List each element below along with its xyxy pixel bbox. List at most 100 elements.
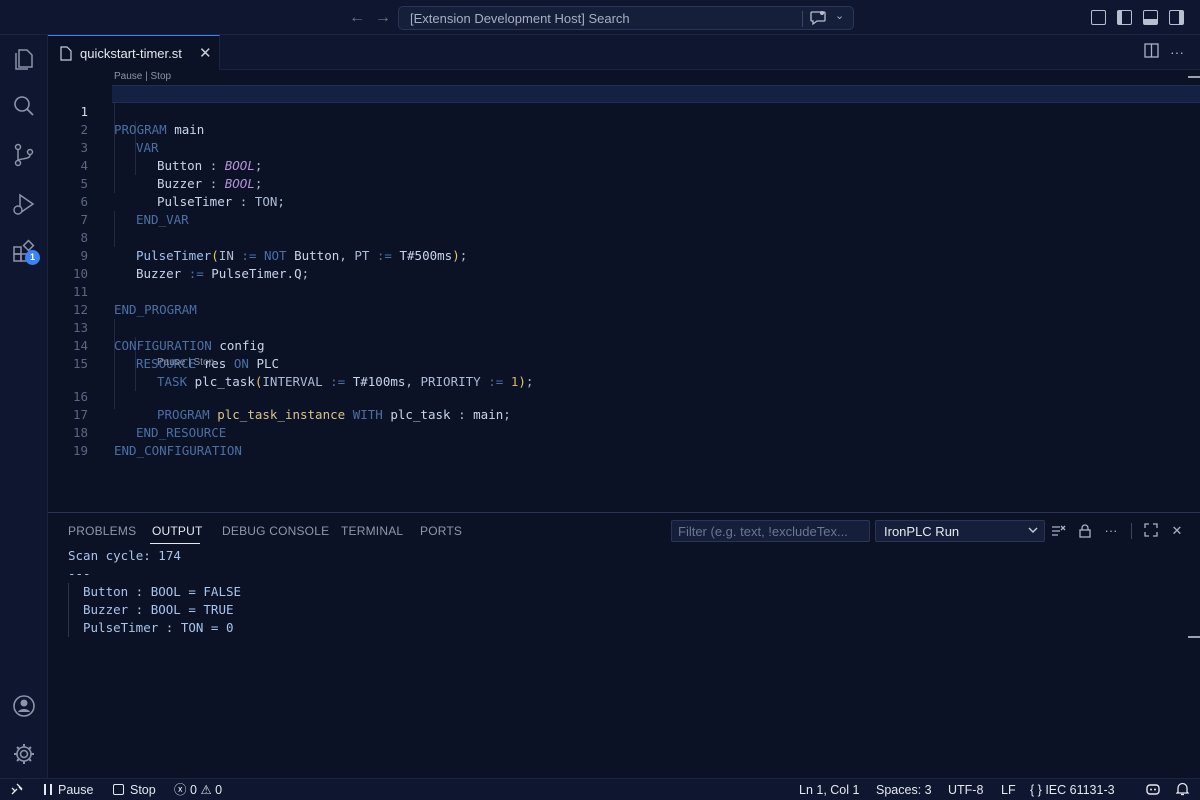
search-icon[interactable]	[10, 92, 38, 120]
output-line: PulseTimer : TON = 0	[68, 619, 241, 637]
code-line: 5 PulseTimer : TON;	[48, 157, 285, 209]
indent-guide	[114, 211, 115, 247]
more-actions-icon[interactable]: ···	[1170, 44, 1184, 60]
separator	[1131, 523, 1132, 539]
code-line: 15 TASK plc_task(INTERVAL := T#100ms, PR…	[48, 337, 533, 389]
code-line: 8 PulseTimer(IN := NOT Button, PT := T#5…	[48, 211, 467, 263]
braces-icon: { }	[1030, 783, 1042, 797]
indentation[interactable]: Spaces: 3	[876, 782, 932, 798]
language-label: IEC 61131-3	[1045, 783, 1115, 797]
editor-tab-bar: quickstart-timer.st ✕ ···	[48, 35, 1200, 70]
account-icon[interactable]	[10, 692, 38, 720]
output-line: Scan cycle: 174	[68, 548, 181, 563]
toggle-secondary-sidebar-icon[interactable]	[1169, 10, 1184, 25]
encoding[interactable]: UTF-8	[948, 782, 983, 798]
chat-icon[interactable]	[809, 10, 827, 26]
code-line: 12	[48, 283, 88, 317]
scrollbar-indicator[interactable]	[1188, 76, 1200, 78]
language-mode[interactable]: { } IEC 61131-3	[1030, 782, 1115, 798]
status-bar: Pause Stop ⓧ 0 ⚠ 0 Ln 1, Col 1 Spaces: 3…	[0, 778, 1200, 800]
codelens-pause-stop-2[interactable]: Pause | Stop	[157, 356, 214, 370]
code-line: 1 PROGRAM main	[48, 85, 204, 137]
error-icon: ⓧ	[174, 783, 187, 797]
tab-problems[interactable]: PROBLEMS	[68, 524, 136, 538]
tab-filename: quickstart-timer.st	[80, 46, 182, 61]
warning-count: 0	[215, 783, 223, 797]
output-content: Scan cycle: 174 --- Button : BOOL = FALS…	[68, 547, 241, 637]
stop-label: Stop	[130, 783, 156, 797]
maximize-panel-icon[interactable]	[1143, 523, 1159, 539]
tab-ports[interactable]: PORTS	[420, 524, 462, 538]
code-editor[interactable]: Pause | Stop 1 PROGRAM main 2 VAR 3 Butt…	[48, 70, 1200, 512]
scrollbar-indicator[interactable]	[1188, 636, 1200, 638]
copilot-icon[interactable]	[1145, 782, 1161, 798]
active-tab-indicator	[150, 543, 200, 544]
source-control-icon[interactable]	[10, 141, 38, 169]
warning-icon: ⚠	[200, 783, 212, 797]
toggle-primary-sidebar-icon[interactable]	[1117, 10, 1132, 25]
more-actions-icon[interactable]: ···	[1103, 523, 1119, 539]
code-line: 7	[48, 193, 88, 227]
explorer-icon[interactable]	[10, 44, 38, 72]
code-line: 18 END_CONFIGURATION	[48, 406, 242, 458]
pause-label: Pause	[58, 783, 94, 797]
code-line: 6 END_VAR	[48, 175, 188, 227]
tab-terminal[interactable]: TERMINAL	[341, 524, 403, 538]
remote-icon[interactable]	[10, 782, 24, 798]
tab-output[interactable]: OUTPUT	[152, 524, 203, 538]
run-debug-icon[interactable]	[10, 190, 38, 218]
current-line-highlight	[112, 85, 1200, 103]
indent-guide	[114, 319, 115, 409]
problems-indicator[interactable]: ⓧ 0 ⚠ 0	[174, 782, 222, 798]
code-line: 2 VAR	[48, 103, 158, 155]
separator	[802, 11, 803, 27]
output-channel-select[interactable]: IronPLC Run	[875, 520, 1045, 542]
customize-layout-icon[interactable]	[1091, 10, 1106, 25]
cursor-position[interactable]: Ln 1, Col 1	[799, 782, 859, 798]
code-line: 14 RESOURCE res ON PLC	[48, 319, 279, 371]
extensions-badge: 1	[25, 250, 40, 265]
split-editor-icon[interactable]	[1144, 43, 1159, 61]
close-panel-icon[interactable]: ✕	[1169, 523, 1185, 539]
chevron-down-icon[interactable]: ⌄	[835, 9, 844, 22]
tab-quickstart-timer[interactable]: quickstart-timer.st ✕	[48, 35, 220, 70]
indent-guide	[114, 103, 115, 193]
stop-button[interactable]: Stop	[113, 782, 156, 798]
code-line: 13 CONFIGURATION config	[48, 301, 265, 353]
code-line: 16 PROGRAM plc_task_instance WITH plc_ta…	[48, 370, 511, 422]
tab-debug-console[interactable]: DEBUG CONSOLE	[222, 524, 329, 538]
arrow-right-icon[interactable]: →	[373, 8, 393, 28]
close-icon[interactable]: ✕	[199, 44, 212, 62]
notifications-icon[interactable]	[1175, 782, 1190, 798]
chevron-down-icon	[1028, 527, 1038, 533]
code-line: 3 Button : BOOL;	[48, 121, 262, 173]
output-line: Buzzer : BOOL = TRUE	[68, 601, 241, 619]
code-line: 19	[48, 424, 88, 458]
line-number: 19	[72, 443, 88, 458]
pause-icon	[44, 784, 52, 795]
activity-bar: 1	[0, 35, 48, 778]
file-icon	[60, 46, 72, 61]
code-line: 11 END_PROGRAM	[48, 265, 197, 317]
toggle-panel-icon[interactable]	[1143, 10, 1158, 25]
settings-gear-icon[interactable]	[10, 740, 38, 768]
output-line: Button : BOOL = FALSE	[68, 583, 241, 601]
lock-icon[interactable]	[1077, 523, 1093, 539]
code-line: 4 Buzzer : BOOL;	[48, 139, 262, 191]
pause-button[interactable]: Pause	[44, 782, 93, 798]
bottom-panel: PROBLEMS OUTPUT DEBUG CONSOLE TERMINAL P…	[48, 512, 1200, 778]
error-count: 0	[190, 783, 197, 797]
code-line: 10	[48, 247, 88, 281]
code-line: 9 Buzzer := PulseTimer.Q;	[48, 229, 309, 281]
line-ending[interactable]: LF	[1001, 782, 1016, 798]
output-filter[interactable]	[671, 520, 870, 542]
title-bar: ← → [Extension Development Host] Search …	[0, 0, 1200, 35]
output-line: ---	[68, 566, 91, 581]
codelens-pause-stop-1[interactable]: Pause | Stop	[114, 70, 171, 84]
arrow-left-icon[interactable]: ←	[347, 8, 367, 28]
clear-output-icon[interactable]	[1050, 523, 1066, 539]
selected-channel: IronPLC Run	[884, 524, 960, 539]
filter-input[interactable]	[672, 521, 862, 541]
command-center-search[interactable]: [Extension Development Host] Search ⌄	[398, 6, 854, 30]
command-center-label: [Extension Development Host] Search	[410, 11, 630, 26]
